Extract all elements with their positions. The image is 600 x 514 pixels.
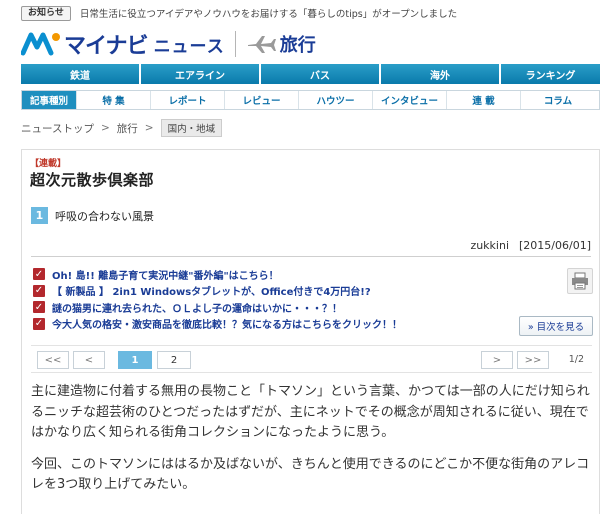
pagination: << < 1 2 > >> 1/2 <box>31 345 592 373</box>
sub-nav-item-interview[interactable]: インタビュー <box>372 91 446 109</box>
notice-badge[interactable]: お知らせ <box>21 5 71 21</box>
promo-item: ✓ Oh! 島!! 離島子育て実況中継"番外編"はこちら！ <box>33 266 402 282</box>
promo-link[interactable]: Oh! 島!! 離島子育て実況中継"番外編"はこちら！ <box>52 267 279 282</box>
main-nav-item-bus[interactable]: バス <box>261 64 381 84</box>
pager-page-1[interactable]: 1 <box>118 351 152 369</box>
article-type-nav: 記事種別 特 集 レポート レビュー ハウツー インタビュー 連 載 コラム <box>21 90 600 110</box>
toc-button[interactable]: » 目次を見る <box>519 316 593 336</box>
promo-item: ✓ 謎の猫男に連れ去られた、ＯＬよし子の運命はいかに・・・？！ <box>33 299 402 315</box>
pager-page-2[interactable]: 2 <box>157 351 191 369</box>
check-icon: ✓ <box>33 317 45 330</box>
check-icon: ✓ <box>33 268 45 280</box>
pager-count: 1/2 <box>568 354 584 365</box>
promo-item: ✓ 【 新製品 】 2in1 Windowsタブレットが、Office付きで4万… <box>33 283 402 299</box>
breadcrumb-item-travel[interactable]: 旅行 <box>117 121 138 136</box>
pager-first-button[interactable]: << <box>37 351 69 369</box>
series-title: 超次元散歩倶楽部 <box>30 171 155 189</box>
article-paragraph: 主に建造物に付着する無用の長物こと「トマソン」という言葉、かつては一部の人にだけ… <box>31 384 590 440</box>
series-tag: 【連載】 <box>30 159 67 169</box>
author-name: zukkini <box>470 239 510 252</box>
breadcrumb-separator: > <box>100 122 110 134</box>
check-icon: ✓ <box>33 301 45 313</box>
main-nav-item-airline[interactable]: エアライン <box>141 64 261 84</box>
chapter-title: 呼吸の合わない風景 <box>55 209 154 223</box>
logo-mark-icon[interactable] <box>21 31 61 57</box>
logo-divider <box>234 31 236 57</box>
pager-last-button[interactable]: >> <box>517 351 549 369</box>
main-nav-item-rail[interactable]: 鉄道 <box>21 64 141 84</box>
logo-brand[interactable]: マイナビ <box>64 28 149 60</box>
pager-prev-button[interactable]: < <box>73 351 105 369</box>
main-nav-item-overseas[interactable]: 海外 <box>381 64 501 84</box>
article-paragraph: 今回、このトマソンにははるか及ばないが、きちんと使用できるのにどこか不便な街角の… <box>31 456 590 493</box>
main-nav-item-ranking[interactable]: ランキング <box>501 64 600 84</box>
promo-link[interactable]: 【 新製品 】 2in1 Windowsタブレットが、Office付きで4万円台… <box>52 283 371 298</box>
pager-next-button[interactable]: > <box>481 351 513 369</box>
breadcrumb-current[interactable]: 国内・地域 <box>160 119 223 137</box>
logo-news[interactable]: ニュース <box>154 32 225 57</box>
sub-nav-item-report[interactable]: レポート <box>150 91 224 109</box>
main-nav: 鉄道 エアライン バス 海外 ランキング <box>21 64 600 84</box>
travel-label: 旅行 <box>279 35 316 56</box>
site-header: マイナビ ニュース 旅行 <box>21 29 316 59</box>
breadcrumb: ニューストップ > 旅行 > 国内・地域 <box>21 118 223 138</box>
promo-list: ✓ Oh! 島!! 離島子育て実況中継"番外編"はこちら！ ✓ 【 新製品 】 … <box>33 266 402 332</box>
article-type-label: 記事種別 <box>22 91 76 109</box>
article-body: 主に建造物に付着する無用の長物こと「トマソン」という言葉、かつては一部の人にだけ… <box>31 382 593 507</box>
article-container: 【連載】 超次元散歩倶楽部 1 呼吸の合わない風景 zukkini [2015/… <box>21 149 600 514</box>
breadcrumb-item-top[interactable]: ニューストップ <box>21 121 94 136</box>
breadcrumb-separator: > <box>144 122 154 134</box>
check-icon: ✓ <box>33 284 45 297</box>
sub-nav-item-howto[interactable]: ハウツー <box>298 91 372 109</box>
byline: zukkini [2015/06/01] <box>470 239 591 252</box>
sub-nav-item-feature[interactable]: 特 集 <box>76 91 150 109</box>
printer-glyph <box>572 272 588 290</box>
publish-date: [2015/06/01] <box>519 239 591 252</box>
chapter-heading: 1 呼吸の合わない風景 <box>31 207 154 224</box>
promo-item: ✓ 今大人気の格安・激安商品を徹底比較！？気になる方はこちらをクリック！！ <box>33 316 402 332</box>
printer-icon[interactable] <box>567 268 593 294</box>
promo-link[interactable]: 謎の猫男に連れ去られた、ＯＬよし子の運命はいかに・・・？！ <box>52 300 342 315</box>
plane-icon <box>247 36 276 53</box>
travel-section-link[interactable]: 旅行 <box>246 31 316 57</box>
notice-bar: お知らせ 日常生活に役立つアイデアやノウハウをお届けする「暮らしのtips」がオ… <box>21 5 457 21</box>
promo-link[interactable]: 今大人気の格安・激安商品を徹底比較！？気になる方はこちらをクリック！！ <box>52 316 402 331</box>
sub-nav-item-series[interactable]: 連 載 <box>446 91 520 109</box>
sub-nav-item-review[interactable]: レビュー <box>224 91 298 109</box>
divider <box>31 256 591 257</box>
notice-text[interactable]: 日常生活に役立つアイデアやノウハウをお届けする「暮らしのtips」がオープンしま… <box>80 6 457 20</box>
chapter-number: 1 <box>31 207 48 224</box>
sub-nav-item-column[interactable]: コラム <box>520 91 595 109</box>
